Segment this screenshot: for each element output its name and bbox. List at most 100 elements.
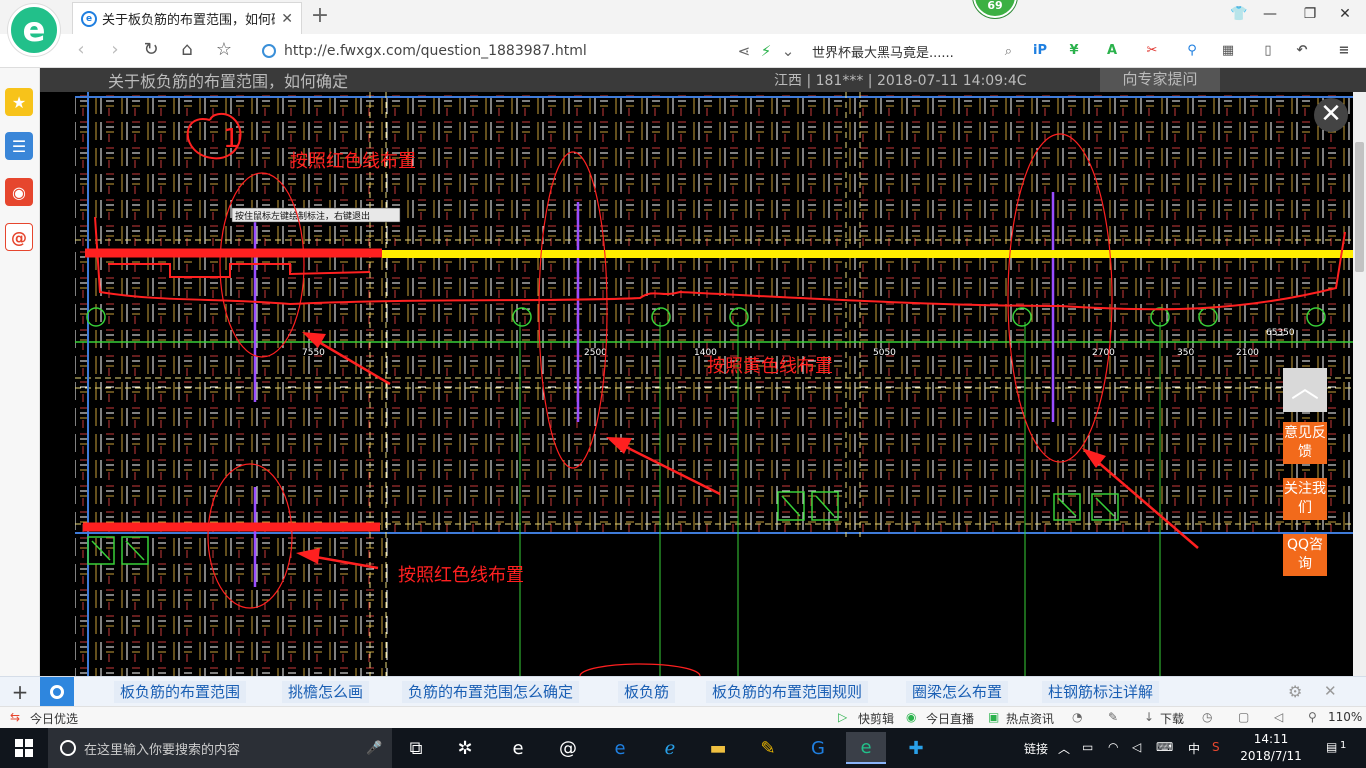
window-icon[interactable]: ▢	[1238, 710, 1249, 724]
zoom-level[interactable]: 110%	[1328, 710, 1362, 724]
tool-icon[interactable]: ✎	[1108, 710, 1118, 724]
ie-blue-app-icon[interactable]: ℯ	[650, 732, 690, 764]
notes-app-icon[interactable]: ✎	[748, 732, 788, 764]
magnifier-extension-icon[interactable]: ⚲	[1182, 41, 1202, 61]
mail-icon[interactable]: @	[5, 223, 33, 251]
share-icon[interactable]: ⋖	[734, 42, 754, 60]
ip-extension-icon[interactable]: iP	[1030, 41, 1050, 61]
download-link[interactable]: 下载	[1160, 710, 1184, 727]
related-search-link[interactable]: 板负筋的布置范围	[114, 681, 247, 703]
wifi-icon[interactable]: ◠	[1108, 740, 1118, 754]
site-favicon-icon: e	[81, 10, 97, 27]
follow-us-button[interactable]: 关注我们	[1283, 478, 1327, 520]
cortana-icon	[60, 740, 76, 756]
file-explorer-icon[interactable]: ▬	[698, 732, 738, 764]
restore-button[interactable]: ❐	[1300, 6, 1320, 22]
refresh-button[interactable]: ↻	[138, 39, 164, 60]
reading-list-icon[interactable]: ☰	[5, 132, 33, 160]
tab-strip: e 关于板负筋的布置范围，如何确定 ✕ + 69 👕 — ❐ ✕	[0, 0, 1366, 34]
undo-icon[interactable]: ↶	[1292, 41, 1312, 61]
forward-button[interactable]: ›	[102, 39, 128, 60]
task-view-icon[interactable]: ⧉	[396, 732, 436, 764]
apps-grid-icon[interactable]: ▦	[1218, 41, 1238, 61]
weibo-icon[interactable]: ◉	[5, 178, 33, 206]
qq-consult-button[interactable]: QQ咨询	[1283, 534, 1327, 576]
speed-icon[interactable]: ◔	[1072, 710, 1082, 724]
scissors-extension-icon[interactable]: ✂	[1142, 41, 1162, 61]
home-button[interactable]: ⌂	[174, 39, 200, 60]
favorites-star-icon[interactable]: ★	[5, 88, 33, 116]
plus-app-icon[interactable]: ✚	[896, 732, 936, 764]
tray-link-label[interactable]: 链接	[1024, 740, 1048, 757]
hot-news-link[interactable]: 热点资讯	[1006, 710, 1054, 727]
keyboard-icon[interactable]: ⌨	[1156, 740, 1173, 754]
menu-icon[interactable]: ≡	[1334, 41, 1354, 61]
translate-extension-icon[interactable]: A	[1102, 41, 1122, 61]
sogou-ime-icon[interactable]: S	[1212, 740, 1220, 754]
close-icon[interactable]: ✕	[1324, 682, 1337, 700]
g-app-icon[interactable]: G	[798, 732, 838, 764]
new-tab-button[interactable]: +	[308, 3, 332, 28]
ask-expert-button[interactable]: 向专家提问	[1100, 68, 1220, 92]
tray-chevron-icon[interactable]: ︿	[1058, 740, 1070, 757]
settings-gear-icon[interactable]: ⚙	[1288, 682, 1302, 701]
side-panel: ★ ☰ ◉ @	[0, 68, 40, 676]
close-viewer-button[interactable]: ✕	[1314, 98, 1348, 132]
browser-logo-icon[interactable]: e	[8, 4, 60, 56]
related-search-link[interactable]: 板负筋	[618, 681, 676, 703]
battery-icon[interactable]: ▭	[1082, 740, 1093, 754]
shield-extension-icon[interactable]: ¥	[1064, 41, 1084, 61]
related-search-link[interactable]: 负筋的布置范围怎么确定	[402, 681, 580, 703]
scrollbar-thumb[interactable]	[1355, 142, 1364, 272]
live-icon: ◉	[906, 710, 917, 724]
history-icon[interactable]: ◷	[1202, 710, 1212, 724]
related-search-link[interactable]: 圈梁怎么布置	[906, 681, 1009, 703]
related-search-link[interactable]: 挑檐怎么画	[282, 681, 370, 703]
close-window-button[interactable]: ✕	[1335, 6, 1355, 22]
search-input[interactable]: 世界杯最大黑马竟是...... ⌕	[812, 39, 1012, 63]
highlight-ellipse	[579, 663, 701, 676]
notification-icon[interactable]: ▤	[1326, 740, 1337, 754]
minimize-button[interactable]: —	[1260, 6, 1280, 22]
browser-taskbar-icon[interactable]: e	[846, 732, 886, 764]
mute-icon[interactable]: ◁	[1274, 710, 1283, 724]
shirt-skin-icon[interactable]: 👕	[1229, 6, 1249, 22]
today-pick-link[interactable]: 今日优选	[30, 710, 78, 727]
edge-app-icon[interactable]: e	[498, 732, 538, 764]
spiral-app-icon[interactable]: @	[548, 732, 588, 764]
taskbar-clock[interactable]: 14:11 2018/7/11	[1236, 731, 1306, 765]
search-icon[interactable]: ⌕	[1005, 44, 1012, 59]
add-icon[interactable]: +	[0, 680, 40, 704]
address-bar[interactable]: http://e.fwxgx.com/question_1883987.html	[258, 38, 808, 64]
scrollbar[interactable]	[1353, 92, 1366, 676]
annotation-yellow: 按照黄色线布置	[707, 356, 833, 377]
related-search-link[interactable]: 柱钢筋标注详解	[1042, 681, 1160, 703]
windows-start-icon[interactable]	[0, 728, 48, 768]
url-text: http://e.fwxgx.com/question_1883987.html	[284, 43, 587, 59]
ie-app-icon[interactable]: e	[600, 732, 640, 764]
tab-close-icon[interactable]: ✕	[281, 11, 293, 27]
volume-icon[interactable]: ◁	[1132, 740, 1141, 754]
download-icon: ↓	[1144, 710, 1155, 724]
microphone-icon[interactable]: 🎤	[366, 741, 382, 756]
back-button[interactable]: ‹	[68, 39, 94, 60]
taskbar-search-input[interactable]: 在这里输入你要搜索的内容 🎤	[48, 728, 392, 768]
browser-tab[interactable]: e 关于板负筋的布置范围，如何确定 ✕	[72, 2, 302, 34]
status-bar: ⇆ 今日优选 ▷ 快剪辑 ◉ 今日直播 ▣ 热点资讯 ◔ ✎ ↓ 下载 ◷ ▢ …	[0, 706, 1366, 728]
related-search-bar: + 板负筋的布置范围 挑檐怎么画 负筋的布置范围怎么确定 板负筋 板负筋的布置范…	[0, 676, 1366, 707]
chevron-down-icon[interactable]: ⌄	[778, 42, 798, 60]
phone-icon[interactable]: ▯	[1258, 41, 1278, 61]
security-score-badge[interactable]: 69	[973, 0, 1017, 18]
back-to-top-button[interactable]: ︿	[1283, 368, 1327, 412]
ime-indicator[interactable]: 中	[1188, 740, 1200, 757]
feedback-button[interactable]: 意见反馈	[1283, 422, 1327, 464]
search-icon[interactable]	[40, 676, 74, 707]
related-search-link[interactable]: 板负筋的布置范围规则	[706, 681, 869, 703]
quick-cut-link[interactable]: 快剪辑	[858, 710, 894, 727]
favorite-star-button[interactable]: ☆	[211, 39, 237, 60]
today-live-link[interactable]: 今日直播	[926, 710, 974, 727]
image-viewer: 关于板负筋的布置范围，如何确定 江西 | 181*** | 2018-07-11…	[40, 68, 1366, 676]
lightning-icon[interactable]: ⚡	[756, 42, 776, 60]
cad-tooltip: 按住鼠标左键绘制标注，右键退出	[235, 210, 370, 222]
pinwheel-app-icon[interactable]: ✲	[445, 732, 485, 764]
